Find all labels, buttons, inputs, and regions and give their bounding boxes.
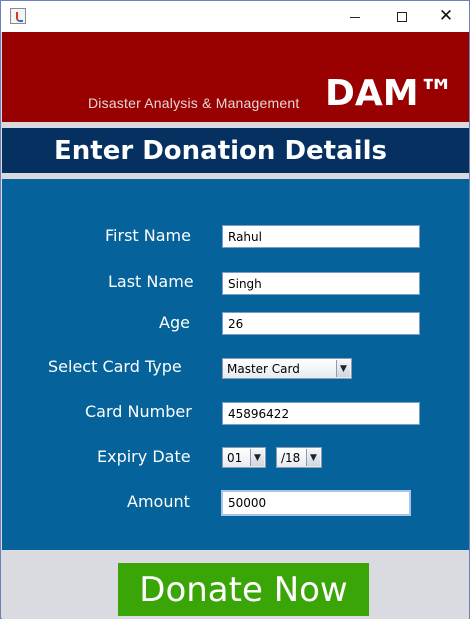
section-title: Enter Donation Details xyxy=(54,136,387,166)
expiry-date-label: Expiry Date xyxy=(97,447,191,466)
app-logo: DAM™ xyxy=(325,73,455,114)
card-number-label: Card Number xyxy=(85,402,192,421)
card-number-field[interactable]: 45896422 xyxy=(222,402,420,425)
close-icon: ✕ xyxy=(438,6,454,26)
amount-field[interactable]: 50000 xyxy=(221,490,411,516)
app-window: ✕ Disaster Analysis & Management DAM™ En… xyxy=(0,0,470,619)
maximize-icon xyxy=(397,11,407,22)
card-type-select[interactable]: Master Card ▼ xyxy=(222,358,352,379)
minimize-button[interactable] xyxy=(332,1,378,32)
first-name-label: First Name xyxy=(105,226,191,245)
minimize-icon xyxy=(350,16,360,18)
donate-now-button[interactable]: Donate Now xyxy=(118,563,369,616)
age-label: Age xyxy=(159,313,190,332)
expiry-month-select[interactable]: 01 ▼ xyxy=(222,447,266,468)
close-button[interactable]: ✕ xyxy=(423,1,469,32)
chevron-down-icon: ▼ xyxy=(250,449,264,466)
card-type-value: Master Card xyxy=(227,362,300,376)
first-name-field[interactable]: Rahul xyxy=(222,225,420,248)
expiry-month-value: 01 xyxy=(227,451,243,465)
last-name-field[interactable]: Singh xyxy=(222,272,420,295)
section-header: Enter Donation Details xyxy=(2,128,469,173)
expiry-year-value: /18 xyxy=(281,451,301,465)
title-bar: ✕ xyxy=(1,1,469,32)
maximize-button[interactable] xyxy=(379,1,425,32)
amount-label: Amount xyxy=(127,492,190,511)
card-type-label: Select Card Type xyxy=(48,357,182,376)
java-app-icon xyxy=(10,8,26,24)
donation-form: First Name Rahul Last Name Singh Age 26 … xyxy=(2,179,469,550)
header-subtitle: Disaster Analysis & Management xyxy=(88,95,300,111)
expiry-year-select[interactable]: /18 ▼ xyxy=(276,447,322,468)
chevron-down-icon: ▼ xyxy=(336,360,350,377)
age-field[interactable]: 26 xyxy=(222,312,420,335)
last-name-label: Last Name xyxy=(108,272,194,291)
app-header: Disaster Analysis & Management DAM™ xyxy=(2,32,469,122)
chevron-down-icon: ▼ xyxy=(306,449,320,466)
